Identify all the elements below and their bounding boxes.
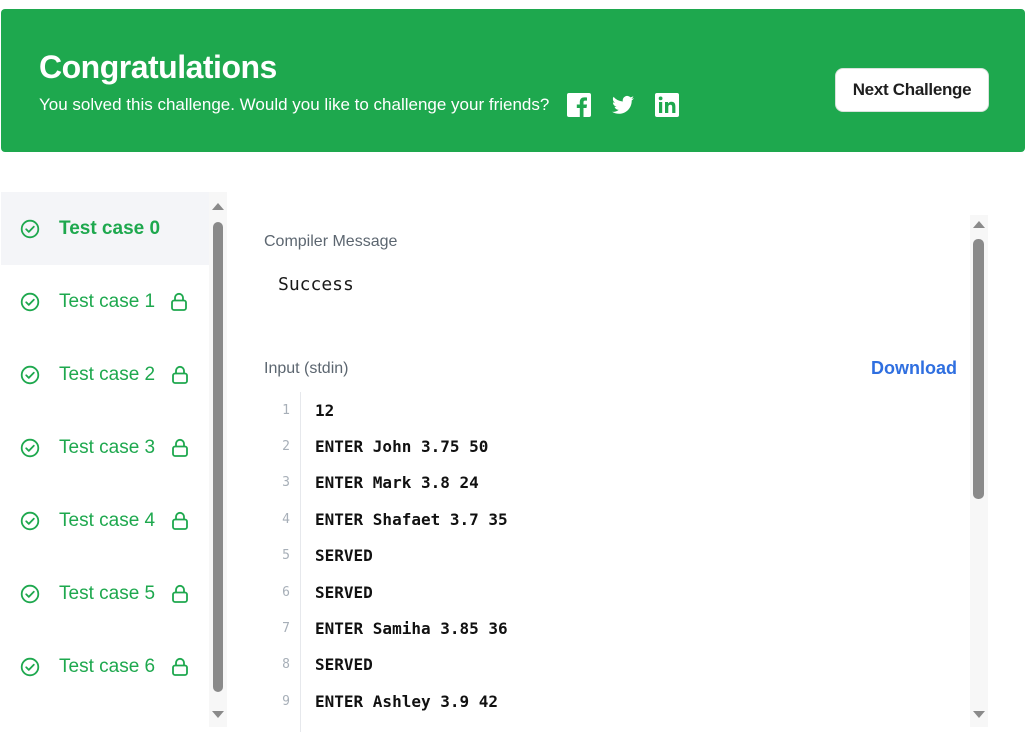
test-case-label: Test case 0 bbox=[59, 217, 161, 239]
lock-icon bbox=[171, 292, 187, 311]
output-scrollbar[interactable] bbox=[970, 215, 988, 727]
input-stdin-label: Input (stdin) bbox=[264, 360, 349, 377]
line-number: 8 bbox=[282, 657, 290, 673]
line-text: SERVED bbox=[315, 546, 373, 566]
test-case-item-4[interactable]: Test case 4 bbox=[1, 484, 209, 557]
test-case-item-3[interactable]: Test case 3 bbox=[1, 411, 209, 484]
line-number: 5 bbox=[282, 548, 290, 564]
test-case-label: Test case 3 bbox=[59, 436, 156, 458]
compiler-message-label: Compiler Message bbox=[264, 233, 398, 250]
lock-icon bbox=[172, 511, 188, 530]
line-number: 1 bbox=[282, 402, 290, 418]
line-text: ENTER Samiha 3.85 36 bbox=[315, 618, 508, 638]
check-circle-icon bbox=[20, 365, 40, 384]
twitter-icon[interactable] bbox=[611, 93, 635, 117]
scroll-down-arrow-icon[interactable] bbox=[212, 711, 224, 718]
download-link[interactable]: Download bbox=[871, 358, 957, 379]
test-case-list: Test case 0 Test case 1 Test case 2 Test… bbox=[1, 192, 209, 732]
success-banner: Congratulations You solved this challeng… bbox=[1, 9, 1025, 152]
test-case-label: Test case 5 bbox=[59, 582, 156, 604]
test-case-label: Test case 4 bbox=[59, 509, 156, 531]
line-number: 2 bbox=[282, 438, 290, 454]
line-number: 3 bbox=[282, 475, 290, 491]
social-share bbox=[563, 93, 691, 117]
banner-title: Congratulations bbox=[39, 49, 277, 85]
test-case-item-2[interactable]: Test case 2 bbox=[1, 338, 209, 411]
next-challenge-button[interactable]: Next Challenge bbox=[835, 68, 989, 112]
line-number: 4 bbox=[282, 511, 290, 527]
scrollbar-thumb[interactable] bbox=[213, 222, 223, 692]
linkedin-icon[interactable] bbox=[655, 93, 680, 117]
line-text: ENTER Shafaet 3.7 35 bbox=[315, 509, 508, 529]
code-line: 6 SERVED bbox=[266, 574, 956, 610]
code-line: 4 ENTER Shafaet 3.7 35 bbox=[266, 501, 956, 537]
line-number: 7 bbox=[282, 620, 290, 636]
lock-icon bbox=[172, 657, 188, 676]
line-text: ENTER Mark 3.8 24 bbox=[315, 473, 479, 493]
test-case-item-1[interactable]: Test case 1 bbox=[1, 265, 209, 338]
test-case-label: Test case 1 bbox=[59, 290, 156, 312]
scroll-up-arrow-icon[interactable] bbox=[973, 221, 985, 228]
code-line: 7 ENTER Samiha 3.85 36 bbox=[266, 610, 956, 646]
scroll-down-arrow-icon[interactable] bbox=[973, 711, 985, 718]
facebook-icon[interactable] bbox=[567, 93, 592, 117]
check-circle-icon bbox=[20, 584, 40, 603]
lock-icon bbox=[172, 365, 188, 384]
test-case-item-0[interactable]: Test case 0 bbox=[1, 192, 209, 265]
line-text: SERVED bbox=[315, 655, 373, 675]
code-line: 8 SERVED bbox=[266, 647, 956, 683]
banner-subtitle-row: You solved this challenge. Would you lik… bbox=[39, 93, 691, 117]
line-number: 9 bbox=[282, 693, 290, 709]
scroll-up-arrow-icon[interactable] bbox=[212, 203, 224, 210]
check-circle-icon bbox=[20, 438, 40, 457]
line-text: ENTER Ashley 3.9 42 bbox=[315, 691, 499, 711]
check-circle-icon bbox=[20, 219, 40, 238]
code-line: 2 ENTER John 3.75 50 bbox=[266, 428, 956, 464]
line-text: 12 bbox=[315, 400, 335, 420]
test-case-item-6[interactable]: Test case 6 bbox=[1, 630, 209, 703]
line-number: 6 bbox=[282, 584, 290, 600]
compiler-message: Success bbox=[278, 274, 354, 295]
line-text: ENTER John 3.75 50 bbox=[315, 436, 489, 456]
code-line: 5 SERVED bbox=[266, 538, 956, 574]
test-case-scrollbar[interactable] bbox=[209, 192, 227, 727]
test-case-label: Test case 2 bbox=[59, 363, 156, 385]
line-text: SERVED bbox=[315, 582, 373, 602]
check-circle-icon bbox=[20, 292, 40, 311]
code-line: 1 12 bbox=[266, 392, 956, 428]
banner-subtitle: You solved this challenge. Would you lik… bbox=[39, 95, 550, 114]
scrollbar-thumb[interactable] bbox=[973, 239, 984, 499]
check-circle-icon bbox=[20, 511, 40, 530]
check-circle-icon bbox=[20, 657, 40, 676]
test-case-item-5[interactable]: Test case 5 bbox=[1, 557, 209, 630]
lock-icon bbox=[172, 584, 188, 603]
code-line: 3 ENTER Mark 3.8 24 bbox=[266, 465, 956, 501]
code-line: 9 ENTER Ashley 3.9 42 bbox=[266, 683, 956, 719]
test-case-label: Test case 6 bbox=[59, 655, 156, 677]
lock-icon bbox=[172, 438, 188, 457]
stdin-code-block: 1 12 2 ENTER John 3.75 50 3 ENTER Mark 3… bbox=[266, 392, 956, 732]
